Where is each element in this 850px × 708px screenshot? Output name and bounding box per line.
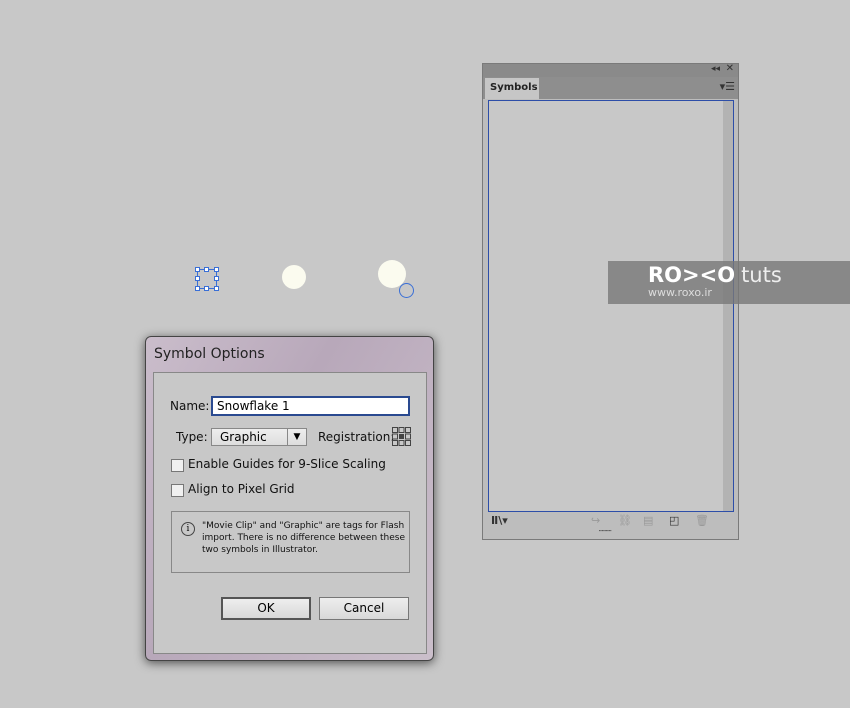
watermark-url: www.roxo.ir xyxy=(648,286,712,299)
cancel-button[interactable]: Cancel xyxy=(319,597,409,620)
name-input[interactable]: Snowflake 1 xyxy=(211,396,410,416)
selection-handle[interactable] xyxy=(195,286,200,291)
new-symbol-icon[interactable]: ◰ xyxy=(669,514,679,527)
panel-titlebar[interactable]: ◂◂ ✕ xyxy=(483,63,738,77)
info-text: "Movie Clip" and "Graphic" are tags for … xyxy=(202,521,406,555)
watermark: RO><O tuts www.roxo.ir xyxy=(608,261,850,304)
delete-icon[interactable]: 🗑 xyxy=(695,514,709,527)
name-label: Name: xyxy=(170,399,210,413)
selection-handle[interactable] xyxy=(204,286,209,291)
cursor-outline-circle xyxy=(399,283,414,298)
registration-grid-icon[interactable] xyxy=(392,427,411,446)
watermark-suffix: tuts xyxy=(741,263,782,287)
double-chevron-left-icon[interactable]: ◂◂ xyxy=(711,64,720,74)
ok-button[interactable]: OK xyxy=(221,597,311,620)
symbols-list[interactable] xyxy=(488,100,734,512)
type-label: Type: xyxy=(176,430,208,444)
checkbox-9-slice-label: Enable Guides for 9-Slice Scaling xyxy=(188,457,386,471)
snow-circle[interactable] xyxy=(282,265,306,289)
symbol-options-icon[interactable]: ▤ xyxy=(643,514,653,527)
selected-object[interactable] xyxy=(195,267,219,291)
registration-label: Registration: xyxy=(318,430,395,444)
selection-handle[interactable] xyxy=(214,267,219,272)
resize-grip-icon[interactable]: ┅┅┅ xyxy=(599,527,612,535)
symbol-libraries-icon[interactable]: Ⅱ\▾ xyxy=(491,514,508,527)
place-symbol-icon[interactable]: ↪ xyxy=(591,514,600,527)
checkbox-align-pixel-grid[interactable] xyxy=(171,484,184,497)
checkbox-align-pixel-grid-label: Align to Pixel Grid xyxy=(188,482,295,496)
break-link-icon[interactable]: ⛓ xyxy=(618,514,632,527)
selection-handle[interactable] xyxy=(214,286,219,291)
symbol-options-dialog: Symbol Options Name: Snowflake 1 Type: G… xyxy=(145,336,434,661)
checkbox-9-slice[interactable] xyxy=(171,459,184,472)
chevron-down-icon[interactable]: ▼ xyxy=(287,429,306,445)
scrollbar[interactable] xyxy=(723,101,733,511)
panel-menu-icon[interactable]: ▾☰ xyxy=(720,80,735,93)
close-icon[interactable]: ✕ xyxy=(726,63,734,74)
selection-handle[interactable] xyxy=(195,276,200,281)
type-value: Graphic xyxy=(220,430,267,444)
info-box: i "Movie Clip" and "Graphic" are tags fo… xyxy=(171,511,410,573)
selection-handle[interactable] xyxy=(214,276,219,281)
watermark-logo: RO><O xyxy=(648,263,736,287)
info-icon: i xyxy=(181,522,195,536)
type-select[interactable]: Graphic ▼ xyxy=(211,428,307,446)
dialog-title: Symbol Options xyxy=(154,346,265,362)
selection-handle[interactable] xyxy=(195,267,200,272)
selection-handle[interactable] xyxy=(204,267,209,272)
tab-symbols[interactable]: Symbols xyxy=(485,78,539,99)
